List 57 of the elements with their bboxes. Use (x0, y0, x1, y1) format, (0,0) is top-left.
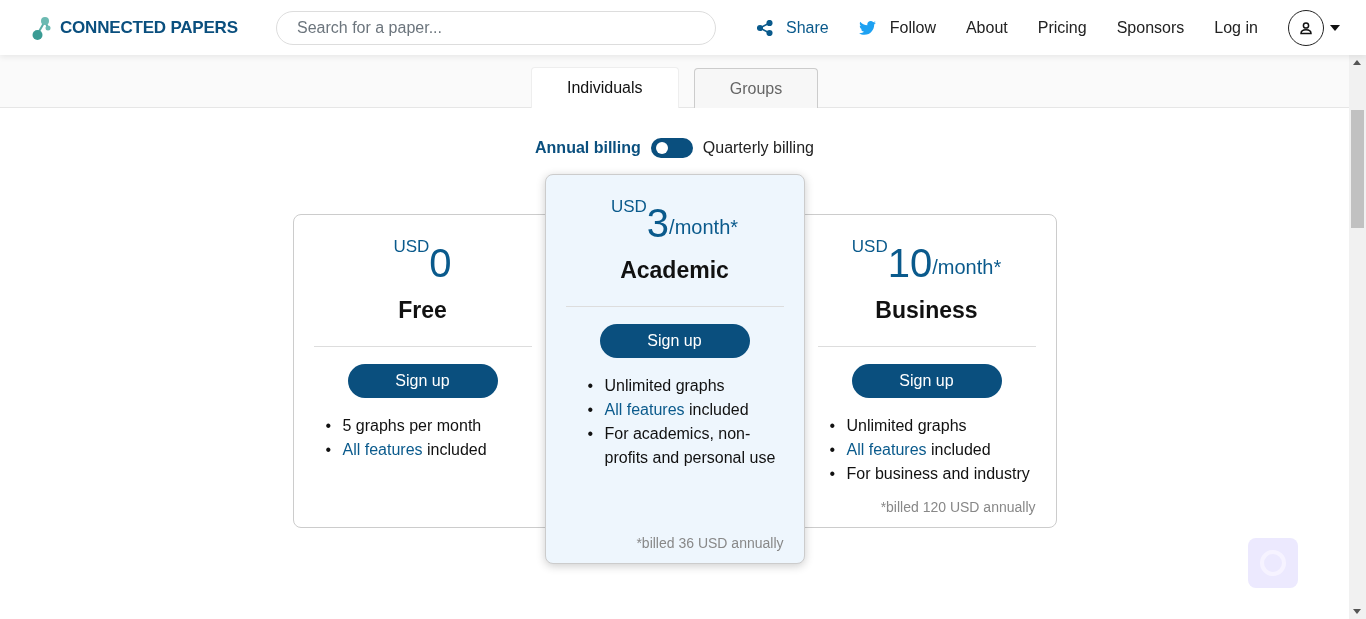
nav-link[interactable]: About (965, 18, 1008, 37)
feature-item: All features included (604, 400, 749, 420)
user-icon (1298, 20, 1313, 35)
bird-icon (858, 20, 876, 35)
currency-label: USD (851, 237, 888, 257)
feature-item: All features included (342, 440, 487, 460)
currency-label: USD (610, 197, 647, 217)
nav-link[interactable]: Sponsors (1116, 18, 1185, 37)
features-link[interactable]: All features (846, 441, 927, 458)
feature-item: Unlimited graphs (604, 376, 725, 396)
price-amount: 10 (887, 241, 933, 285)
feature-item: 5 graphs per month (342, 416, 482, 436)
caret-icon (1329, 24, 1340, 31)
scroll-up-icon (1353, 60, 1361, 65)
logo-text[interactable]: CONNECTED PAPERS (60, 17, 238, 38)
price-period: /month* (669, 216, 739, 239)
logo-icon (32, 14, 52, 41)
follow-link[interactable]: Follow (858, 18, 936, 37)
plan-name: Academic (620, 257, 729, 284)
scrollbar[interactable] (1349, 55, 1366, 619)
scroll-thumb[interactable] (1351, 110, 1364, 228)
billing-note: *billed 36 USD annually (636, 534, 784, 551)
billing-note: *billed 120 USD annually (880, 498, 1036, 515)
bullet: • (325, 416, 333, 436)
tab[interactable]: Individuals (530, 67, 679, 108)
tab[interactable]: Groups (693, 68, 819, 108)
nav-link[interactable]: Pricing (1037, 18, 1087, 37)
bullet: • (829, 416, 837, 436)
bullet: • (587, 376, 595, 396)
nav-link[interactable]: Log in (1214, 18, 1258, 37)
share-icon (757, 19, 773, 36)
billing-option[interactable]: Annual billing (535, 139, 641, 157)
search-field[interactable]: Search for a paper... (276, 10, 716, 45)
bullet: • (325, 440, 333, 460)
sign-up-button[interactable]: Sign up (347, 364, 498, 398)
feature-item: All features included (846, 440, 991, 460)
feature-item: For business and industry (846, 464, 1030, 484)
sign-up-button[interactable]: Sign up (599, 324, 750, 358)
features-link[interactable]: All features (342, 441, 423, 458)
price-period: /month* (932, 256, 1002, 279)
billing-toggle[interactable] (650, 138, 693, 158)
price-amount: 0 (429, 241, 452, 285)
feature-item: For academics, non-profits and personal use (604, 424, 777, 468)
billing-option[interactable]: Quarterly billing (702, 139, 814, 157)
plan-name: Business (875, 297, 978, 324)
scroll-down-icon (1353, 609, 1361, 614)
bullet: • (587, 400, 595, 420)
bullet: • (829, 464, 837, 484)
bullet: • (587, 424, 595, 444)
plan-name: Free (398, 297, 447, 324)
share-link[interactable]: Share (757, 18, 829, 37)
sign-up-button[interactable]: Sign up (851, 364, 1002, 398)
bullet: • (829, 440, 837, 460)
currency-label: USD (393, 237, 430, 256)
feature-item: Unlimited graphs (846, 416, 967, 436)
price-amount: 3 (646, 201, 670, 245)
features-link[interactable]: All features (604, 401, 685, 418)
